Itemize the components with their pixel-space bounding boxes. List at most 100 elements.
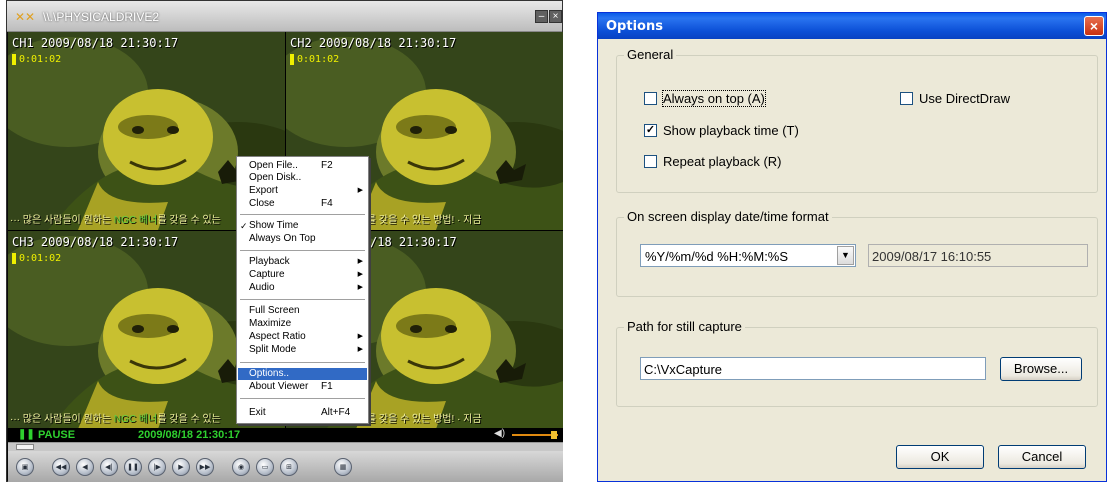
menu-item-capture[interactable]: Capture ▶ <box>238 269 367 281</box>
browse-button[interactable]: Browse... <box>1000 357 1082 381</box>
checkbox-label: Use DirectDraw <box>919 91 1011 106</box>
date-format-select[interactable]: %Y/%m/%d %H:%M:%S ▼ <box>640 244 856 267</box>
show-playback-time-checkbox[interactable]: ✓ Show playback time (T) <box>644 123 799 138</box>
menu-item-split-mode[interactable]: Split Mode ▶ <box>238 344 367 356</box>
menu-item-label: Split Mode <box>249 344 297 355</box>
subtitle-ticker: ··· 많은 사람들이 원하는 NGC 베너를 갖을 수 있는 <box>10 215 221 226</box>
menu-item-label: Open Disk.. <box>249 172 302 183</box>
playback-time: 0:01:02 <box>12 253 61 264</box>
menu-item-audio[interactable]: Audio ▶ <box>238 282 367 294</box>
close-icon[interactable]: × <box>549 10 562 23</box>
dialog-title: Options <box>606 19 663 34</box>
menu-item-label: Aspect Ratio <box>249 331 306 342</box>
menu-item-shortcut: F2 <box>321 160 333 171</box>
submenu-arrow-icon: ▶ <box>357 333 363 340</box>
menu-separator <box>240 362 365 363</box>
menu-item-show-time[interactable]: ✓ Show Time <box>238 220 367 232</box>
seek-knob[interactable] <box>16 444 34 450</box>
menu-item-maximize[interactable]: Maximize <box>238 318 367 330</box>
channel-label: /18 21:30:17 <box>370 235 457 249</box>
submenu-arrow-icon: ▶ <box>357 284 363 291</box>
open-file-icon[interactable]: ▣ <box>16 458 34 476</box>
playback-time: 0:01:02 <box>12 54 61 65</box>
status-bar: ❚❚ PAUSE 2009/08/18 21:30:17 ◀) <box>8 428 563 442</box>
group-title: Path for still capture <box>624 319 745 334</box>
volume-icon: ◀) <box>494 428 506 439</box>
playback-time: 0:01:02 <box>290 54 339 65</box>
dialog-body: General Always on top (A) Use DirectDraw… <box>602 39 1102 481</box>
menu-item-label: Export <box>249 185 278 196</box>
menu-separator <box>240 250 365 251</box>
submenu-arrow-icon: ▶ <box>357 187 363 194</box>
quad-view-icon[interactable]: ⊞ <box>280 458 298 476</box>
checkbox-box[interactable] <box>644 92 657 105</box>
menu-item-aspect-ratio[interactable]: Aspect Ratio ▶ <box>238 331 367 343</box>
camera-icon[interactable]: ◉ <box>232 458 250 476</box>
capture-path-input[interactable]: C:\VxCapture <box>640 357 986 380</box>
cancel-button[interactable]: Cancel <box>998 445 1086 469</box>
menu-separator <box>240 299 365 300</box>
menu-separator <box>240 398 365 399</box>
checkbox-box[interactable] <box>900 92 913 105</box>
close-icon[interactable]: × <box>1084 16 1104 36</box>
fast-forward-icon[interactable]: ▶▶ <box>196 458 214 476</box>
menu-item-label: Close <box>249 198 275 209</box>
play-icon[interactable]: ▶ <box>172 458 190 476</box>
grid-view-icon[interactable]: ▦ <box>334 458 352 476</box>
single-view-icon[interactable]: ▭ <box>256 458 274 476</box>
playback-datetime: 2009/08/18 21:30:17 <box>138 429 241 441</box>
seek-bar[interactable] <box>8 442 563 451</box>
use-directdraw-checkbox[interactable]: Use DirectDraw <box>900 91 1010 106</box>
submenu-arrow-icon: ▶ <box>357 346 363 353</box>
dialog-titlebar[interactable]: Options × <box>598 13 1106 39</box>
menu-item-label: Always On Top <box>249 233 316 244</box>
rewind-icon[interactable]: ◀ <box>76 458 94 476</box>
chevron-down-icon[interactable]: ▼ <box>837 246 854 265</box>
step-forward-icon[interactable]: |▶ <box>148 458 166 476</box>
control-bar: ▣ ◀◀ ◀ ◀| ❚❚ |▶ ▶ ▶▶ ◉ ▭ ⊞ ▦ <box>8 451 563 482</box>
menu-item-shortcut: Alt+F4 <box>321 407 351 418</box>
playback-state: PAUSE <box>38 429 76 441</box>
menu-item-label: Options.. <box>249 368 290 379</box>
menu-item-label: Playback <box>249 256 290 267</box>
select-value: %Y/%m/%d %H:%M:%S <box>645 249 789 264</box>
menu-item-label: Open File.. <box>249 160 298 171</box>
menu-item-label: Exit <box>249 407 266 418</box>
checkbox-label: Always on top (A) <box>662 90 766 107</box>
menu-item-label: Capture <box>249 269 285 280</box>
player-window: ✕✕ \\.\PHYSICALDRIVE2 – × CH1 2009/08/18… <box>6 0 563 482</box>
date-format-preview: 2009/08/17 16:10:55 <box>868 244 1088 267</box>
checkbox-box[interactable] <box>644 155 657 168</box>
menu-item-export[interactable]: Export ▶ <box>238 185 367 197</box>
channel-label: CH2 2009/08/18 21:30:17 <box>290 36 457 50</box>
menu-item-label: Maximize <box>249 318 292 329</box>
menu-item-exit[interactable]: Exit Alt+F4 <box>238 407 367 419</box>
menu-item-close[interactable]: Close F4 <box>238 198 367 210</box>
minimize-icon[interactable]: – <box>535 10 548 23</box>
player-titlebar[interactable]: ✕✕ \\.\PHYSICALDRIVE2 – × <box>7 1 562 32</box>
menu-item-options[interactable]: Options.. <box>238 368 367 380</box>
menu-item-about[interactable]: About Viewer F1 <box>238 381 367 393</box>
player-title: \\.\PHYSICALDRIVE2 <box>43 10 160 24</box>
channel-label: CH1 2009/08/18 21:30:17 <box>12 36 179 50</box>
menu-item-open-disk[interactable]: Open Disk.. <box>238 172 367 184</box>
menu-item-full-screen[interactable]: Full Screen <box>238 305 367 317</box>
volume-knob[interactable] <box>551 431 557 439</box>
menu-item-open-file[interactable]: Open File.. F2 <box>238 160 367 172</box>
step-back-icon[interactable]: ◀| <box>100 458 118 476</box>
menu-item-playback[interactable]: Playback ▶ <box>238 256 367 268</box>
submenu-arrow-icon: ▶ <box>357 271 363 278</box>
always-on-top-checkbox[interactable]: Always on top (A) <box>644 90 766 107</box>
checkbox-label: Show playback time (T) <box>663 123 799 138</box>
checkbox-label: Repeat playback (R) <box>663 154 782 169</box>
channel-label: CH3 2009/08/18 21:30:17 <box>12 235 179 249</box>
pause-icon[interactable]: ❚❚ <box>124 458 142 476</box>
checkbox-box[interactable]: ✓ <box>644 124 657 137</box>
menu-item-always-on-top[interactable]: Always On Top <box>238 233 367 245</box>
menu-separator <box>240 214 365 215</box>
app-logo-icon: ✕✕ <box>15 10 36 24</box>
repeat-playback-checkbox[interactable]: Repeat playback (R) <box>644 154 782 169</box>
menu-item-label: Audio <box>249 282 275 293</box>
first-frame-icon[interactable]: ◀◀ <box>52 458 70 476</box>
ok-button[interactable]: OK <box>896 445 984 469</box>
